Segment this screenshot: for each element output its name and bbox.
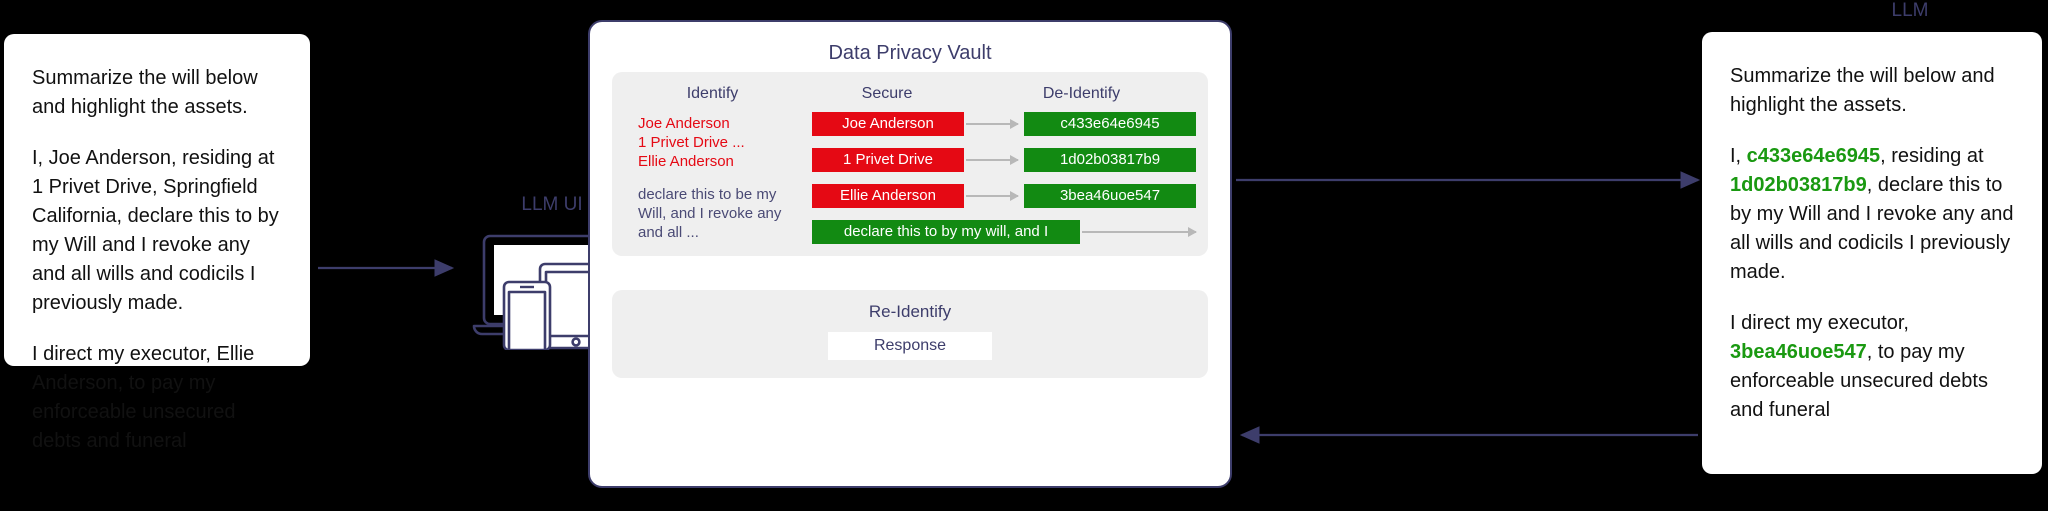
- prompt-card: Summarize the will below and highlight t…: [4, 34, 310, 452]
- transform-arrow-3: [1082, 227, 1197, 237]
- deidentify-token-2: 3bea46uoe547: [1024, 184, 1196, 208]
- prompt-paragraph-1: Summarize the will below and highlight t…: [32, 67, 258, 118]
- response-text-d: I direct my executor,: [1730, 312, 1909, 334]
- column-header-identify: Identify: [686, 85, 739, 102]
- vault-title: Data Privacy Vault: [828, 42, 992, 64]
- response-text-b: , residing at: [1880, 145, 1984, 167]
- deidentify-token-0: c433e64e6945: [1024, 112, 1196, 136]
- secure-chip-1: 1 Privet Drive: [812, 148, 964, 172]
- response-paragraph-3: I direct my executor, 3bea46uoe547, to p…: [1730, 309, 2014, 425]
- prompt-paragraph-3: I direct my executor, Ellie Anderson, to…: [32, 343, 255, 452]
- llm-response-card: Summarize the will below and highlight t…: [1702, 32, 2042, 474]
- secure-chip-0: Joe Anderson: [812, 112, 964, 136]
- vault-stage-panel: Identify Secure De-Identify Joe Anderson…: [612, 72, 1208, 256]
- column-header-secure: Secure: [861, 85, 913, 102]
- diagram-canvas: Summarize the will below and highlight t…: [0, 0, 2048, 511]
- data-privacy-vault-panel: Data Privacy Vault Identify Secure De-Id…: [588, 20, 1232, 488]
- transform-arrow-2: [966, 191, 1019, 201]
- response-paragraph-2: I, c433e64e6945, residing at 1d02b03817b…: [1730, 142, 2014, 287]
- deidentify-token-1: 1d02b03817b9: [1024, 148, 1196, 172]
- response-chip: Response: [828, 332, 992, 360]
- response-token-3: 3bea46uoe547: [1730, 341, 1867, 363]
- response-text-a: I,: [1730, 145, 1747, 167]
- transform-arrow-1: [966, 155, 1019, 165]
- secure-chip-2: Ellie Anderson: [812, 184, 964, 208]
- prompt-paragraph-2: I, Joe Anderson, residing at 1 Privet Dr…: [32, 147, 279, 314]
- response-token-1: c433e64e6945: [1746, 145, 1881, 167]
- reidentify-title: Re-Identify: [868, 302, 952, 321]
- identified-body-text: declare this to be my Will, and I revoke…: [638, 186, 782, 241]
- column-header-deidentify: De-Identify: [1042, 85, 1121, 102]
- response-paragraph-1: Summarize the will below and highlight t…: [1730, 65, 1995, 116]
- transform-arrow-0: [966, 119, 1019, 129]
- identified-pii-text: Joe Anderson 1 Privet Drive ... Ellie An…: [638, 115, 745, 170]
- reidentify-panel: Re-Identify Response: [612, 290, 1208, 378]
- secure-chip-3: declare this to by my will, and I: [812, 220, 1080, 244]
- llm-label: LLM: [1891, 0, 1929, 21]
- response-token-2: 1d02b03817b9: [1730, 174, 1867, 196]
